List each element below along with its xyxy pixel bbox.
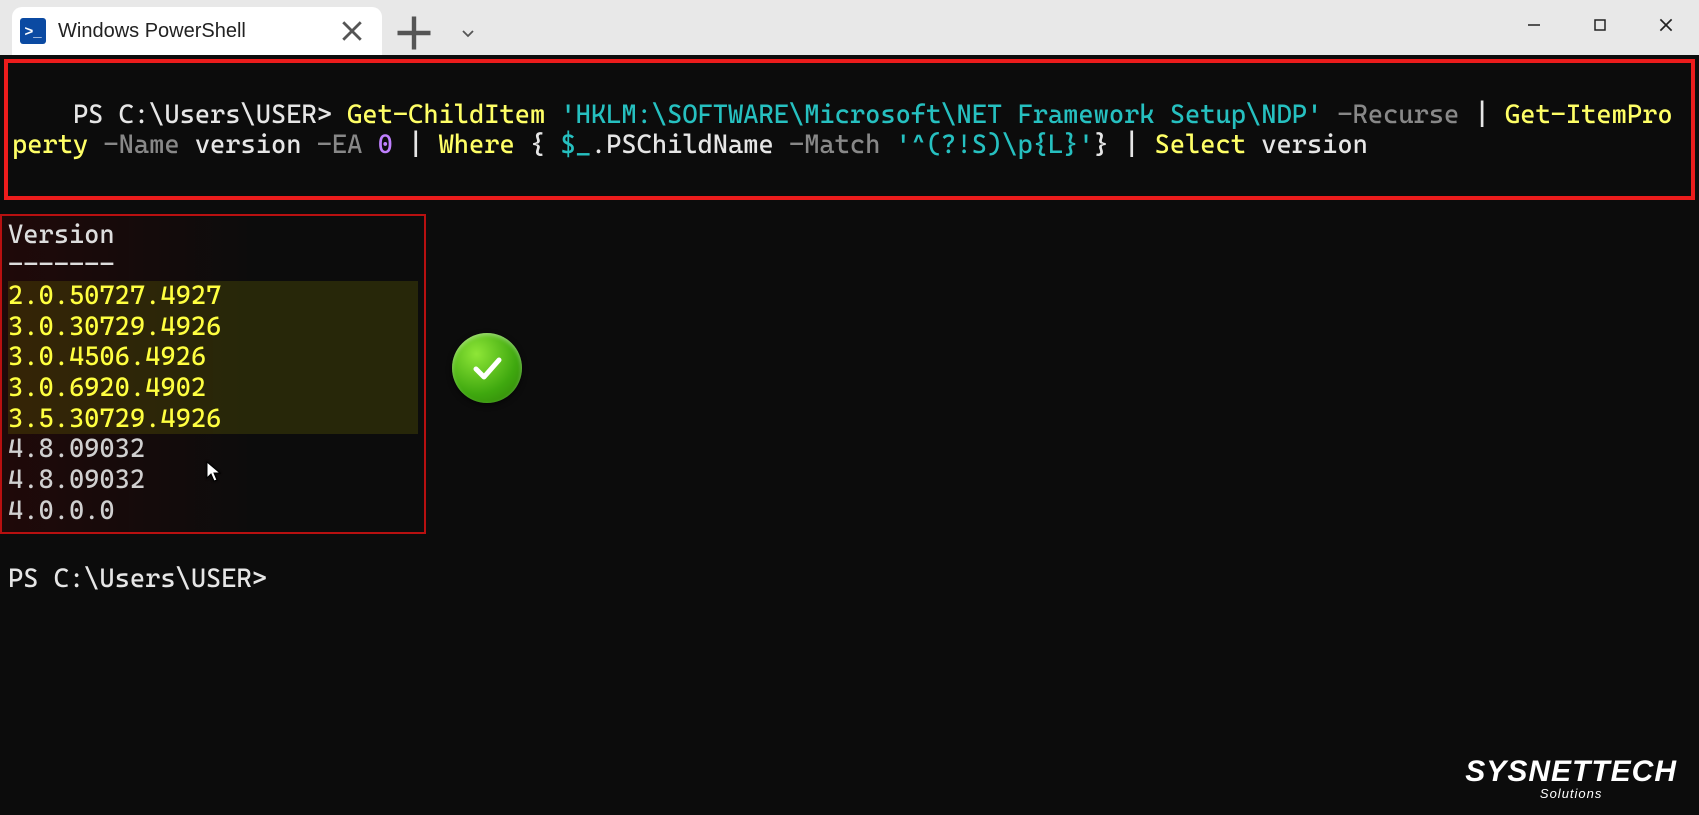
output-divider: -------: [8, 250, 418, 281]
close-icon: [338, 17, 366, 45]
tab-title: Windows PowerShell: [58, 20, 246, 43]
prompt-idle: PS C:\Users\USER>: [0, 534, 1699, 595]
output-row: 3.0.6920.4902: [8, 373, 418, 404]
minimize-button[interactable]: [1501, 0, 1567, 50]
checkmark-icon: [467, 348, 507, 388]
plus-icon: [392, 11, 436, 55]
output-row: 3.0.30729.4926: [8, 312, 418, 343]
tab-close-button[interactable]: [338, 17, 366, 45]
watermark-line1: SYSNETTECH: [1465, 754, 1677, 789]
titlebar: >_ Windows PowerShell: [0, 0, 1699, 55]
window-controls: [1501, 0, 1699, 50]
close-icon: [1657, 16, 1675, 34]
powershell-icon-glyph: >_: [24, 23, 41, 40]
terminal-area[interactable]: PS C:\Users\USER> Get-ChildItem 'HKLM:\S…: [0, 55, 1699, 815]
new-tab-button[interactable]: [392, 11, 436, 55]
output-row: 3.5.30729.4926: [8, 404, 418, 435]
minimize-icon: [1526, 17, 1542, 33]
output-row: 4.0.0.0: [8, 496, 418, 527]
prompt-text: PS C:\Users\USER>: [73, 100, 347, 130]
tab-dropdown-button[interactable]: [446, 11, 490, 55]
watermark: SYSNETTECH Solutions: [1465, 754, 1677, 801]
success-badge: [452, 333, 522, 403]
chevron-down-icon: [460, 25, 476, 41]
output-header: Version: [8, 220, 418, 251]
maximize-button[interactable]: [1567, 0, 1633, 50]
output-row: 2.0.50727.4927: [8, 281, 418, 312]
mouse-cursor-icon: [205, 460, 223, 484]
powershell-icon: >_: [20, 18, 46, 44]
tab-powershell[interactable]: >_ Windows PowerShell: [12, 7, 382, 55]
output-highlight-box: Version ------- 2.0.50727.49273.0.30729.…: [0, 214, 426, 535]
command-highlight-box: PS C:\Users\USER> Get-ChildItem 'HKLM:\S…: [4, 59, 1695, 200]
close-window-button[interactable]: [1633, 0, 1699, 50]
output-row: 3.0.4506.4926: [8, 342, 418, 373]
output-rows: 2.0.50727.49273.0.30729.49263.0.4506.492…: [8, 281, 418, 526]
maximize-icon: [1592, 17, 1608, 33]
